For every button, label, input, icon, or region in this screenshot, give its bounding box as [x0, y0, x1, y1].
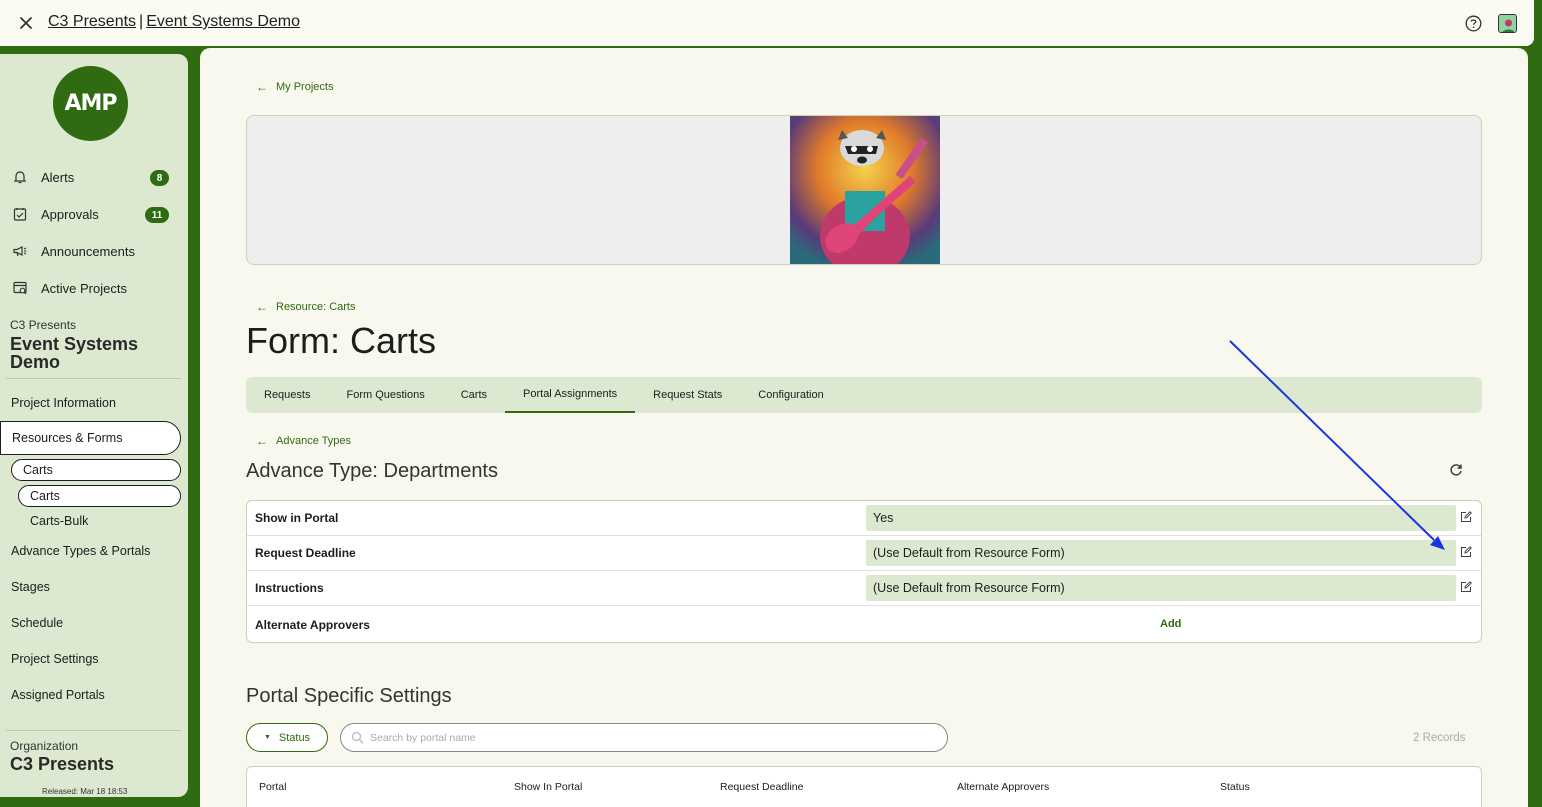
records-count: 2 Records [1413, 732, 1466, 744]
column-header-request-deadline[interactable]: Request Deadline [720, 781, 803, 793]
nav-alerts[interactable]: Alerts [11, 168, 74, 186]
alerts-count-badge: 8 [150, 170, 169, 186]
organization-label: Organization [10, 739, 79, 753]
tab-form-questions[interactable]: Form Questions [328, 377, 442, 413]
breadcrumb-org-link[interactable]: C3 Presents [48, 13, 136, 31]
sidebar-item-carts-form-label: Carts [30, 489, 60, 503]
main-panel: ← My Projects ← Resource: Carts Form: Ca… [200, 48, 1528, 807]
sidebar-item-project-settings[interactable]: Project Settings [11, 652, 99, 666]
sidebar-project-org: C3 Presents [10, 318, 77, 332]
help-icon[interactable] [1465, 15, 1482, 32]
sidebar-item-stages[interactable]: Stages [11, 580, 50, 594]
projects-icon [11, 279, 29, 297]
portal-search [340, 723, 948, 752]
close-icon[interactable] [17, 14, 35, 32]
calendar-check-icon [11, 205, 29, 223]
form-tabs: Requests Form Questions Carts Portal Ass… [246, 377, 1482, 413]
avatar-image-icon [1499, 15, 1516, 32]
user-avatar[interactable] [1498, 14, 1517, 33]
nav-announcements-label: Announcements [41, 243, 135, 259]
tab-portal-assignments[interactable]: Portal Assignments [505, 377, 636, 413]
release-info: Released: Mar 18 18:53 [42, 787, 128, 796]
portal-settings-table: Portal Show In Portal Request Deadline A… [246, 766, 1482, 807]
sidebar-item-resources-forms[interactable]: Resources & Forms [0, 421, 181, 455]
tab-requests[interactable]: Requests [246, 377, 328, 413]
edit-icon[interactable] [1460, 511, 1472, 523]
detail-row-request-deadline: Request Deadline (Use Default from Resou… [247, 536, 1481, 571]
sidebar-item-carts-bulk[interactable]: Carts-Bulk [30, 514, 88, 528]
breadcrumb-separator: | [139, 13, 144, 30]
detail-value-instructions: (Use Default from Resource Form) [866, 575, 1456, 601]
edit-icon[interactable] [1460, 546, 1472, 558]
column-header-status[interactable]: Status [1220, 781, 1250, 793]
nav-active-projects-label: Active Projects [41, 280, 127, 296]
status-filter-button[interactable]: ▼ Status [246, 723, 328, 752]
column-header-show-in-portal[interactable]: Show In Portal [514, 781, 582, 793]
sidebar-item-carts-form[interactable]: Carts [18, 485, 181, 507]
column-header-portal[interactable]: Portal [259, 781, 286, 793]
sidebar-divider [6, 378, 181, 379]
sidebar-item-advance-types[interactable]: Advance Types & Portals [11, 544, 150, 558]
project-banner [246, 115, 1482, 265]
detail-row-alternate-approvers: Alternate Approvers Add [247, 606, 1481, 643]
back-to-resource[interactable]: ← Resource: Carts [256, 300, 355, 314]
tab-request-stats[interactable]: Request Stats [635, 377, 740, 413]
nav-approvals[interactable]: Approvals [11, 205, 99, 223]
sidebar-item-carts-resource[interactable]: Carts [11, 459, 181, 481]
approvals-count-badge: 11 [145, 207, 169, 223]
sidebar-item-carts-resource-label: Carts [23, 463, 53, 477]
detail-row-instructions: Instructions (Use Default from Resource … [247, 571, 1481, 606]
detail-label: Instructions [255, 581, 324, 595]
sidebar-item-schedule[interactable]: Schedule [11, 616, 63, 630]
advance-type-title: Advance Type: Departments [246, 460, 498, 482]
detail-label: Alternate Approvers [255, 618, 370, 632]
tab-configuration[interactable]: Configuration [740, 377, 841, 413]
back-to-my-projects-label: My Projects [276, 81, 334, 93]
status-filter-label: Status [278, 731, 311, 744]
column-header-alternate-approvers[interactable]: Alternate Approvers [957, 781, 1049, 793]
tab-carts[interactable]: Carts [443, 377, 505, 413]
caret-down-icon: ▼ [263, 734, 271, 741]
detail-value-show-in-portal: Yes [866, 505, 1456, 531]
back-to-advance-types-label: Advance Types [276, 435, 352, 447]
nav-approvals-label: Approvals [41, 206, 99, 222]
portal-search-input[interactable] [370, 731, 930, 744]
search-icon [351, 731, 364, 744]
sidebar-project-name-line2: Demo [10, 352, 61, 372]
organization-name: C3 Presents [10, 754, 115, 774]
sidebar-item-assigned-portals[interactable]: Assigned Portals [11, 688, 105, 702]
sidebar-item-project-information[interactable]: Project Information [11, 396, 116, 410]
raccoon-guitar-artwork [790, 116, 940, 264]
edit-icon[interactable] [1460, 581, 1472, 593]
sidebar-project-name-line1: Event Systems [10, 334, 139, 354]
page-title: Form: Carts [246, 320, 437, 361]
nav-announcements[interactable]: Announcements [11, 242, 135, 260]
sidebar: AMP Alerts 8 Approvals 11 Announcements … [0, 54, 188, 797]
add-approver-button[interactable]: Add [1160, 618, 1181, 630]
arrow-left-icon: ← [256, 434, 268, 448]
back-to-resource-label: Resource: Carts [276, 301, 356, 313]
back-to-my-projects[interactable]: ← My Projects [256, 80, 333, 94]
back-to-advance-types[interactable]: ← Advance Types [256, 434, 351, 448]
advance-type-details: Show in Portal Yes Request Deadline (Use… [246, 500, 1482, 643]
detail-label: Request Deadline [255, 546, 356, 560]
amp-logo[interactable]: AMP [53, 66, 128, 141]
arrow-left-icon: ← [256, 80, 268, 94]
nav-active-projects[interactable]: Active Projects [11, 279, 127, 297]
sidebar-item-resources-forms-label: Resources & Forms [12, 431, 123, 445]
detail-label: Show in Portal [255, 511, 339, 525]
nav-alerts-label: Alerts [41, 169, 75, 185]
top-bar: C3 Presents | Event Systems Demo [0, 0, 1534, 46]
sidebar-divider-bottom [6, 730, 181, 731]
bell-icon [11, 168, 29, 186]
detail-value-request-deadline: (Use Default from Resource Form) [866, 540, 1456, 566]
portal-settings-title: Portal Specific Settings [246, 685, 452, 707]
arrow-left-icon: ← [256, 300, 268, 314]
megaphone-icon [11, 242, 29, 260]
breadcrumb-project-link[interactable]: Event Systems Demo [146, 13, 300, 31]
project-breadcrumb: C3 Presents | Event Systems Demo [48, 13, 300, 31]
detail-row-show-in-portal: Show in Portal Yes [247, 501, 1481, 536]
refresh-icon[interactable] [1448, 462, 1464, 478]
logo-text: AMP [64, 91, 117, 116]
